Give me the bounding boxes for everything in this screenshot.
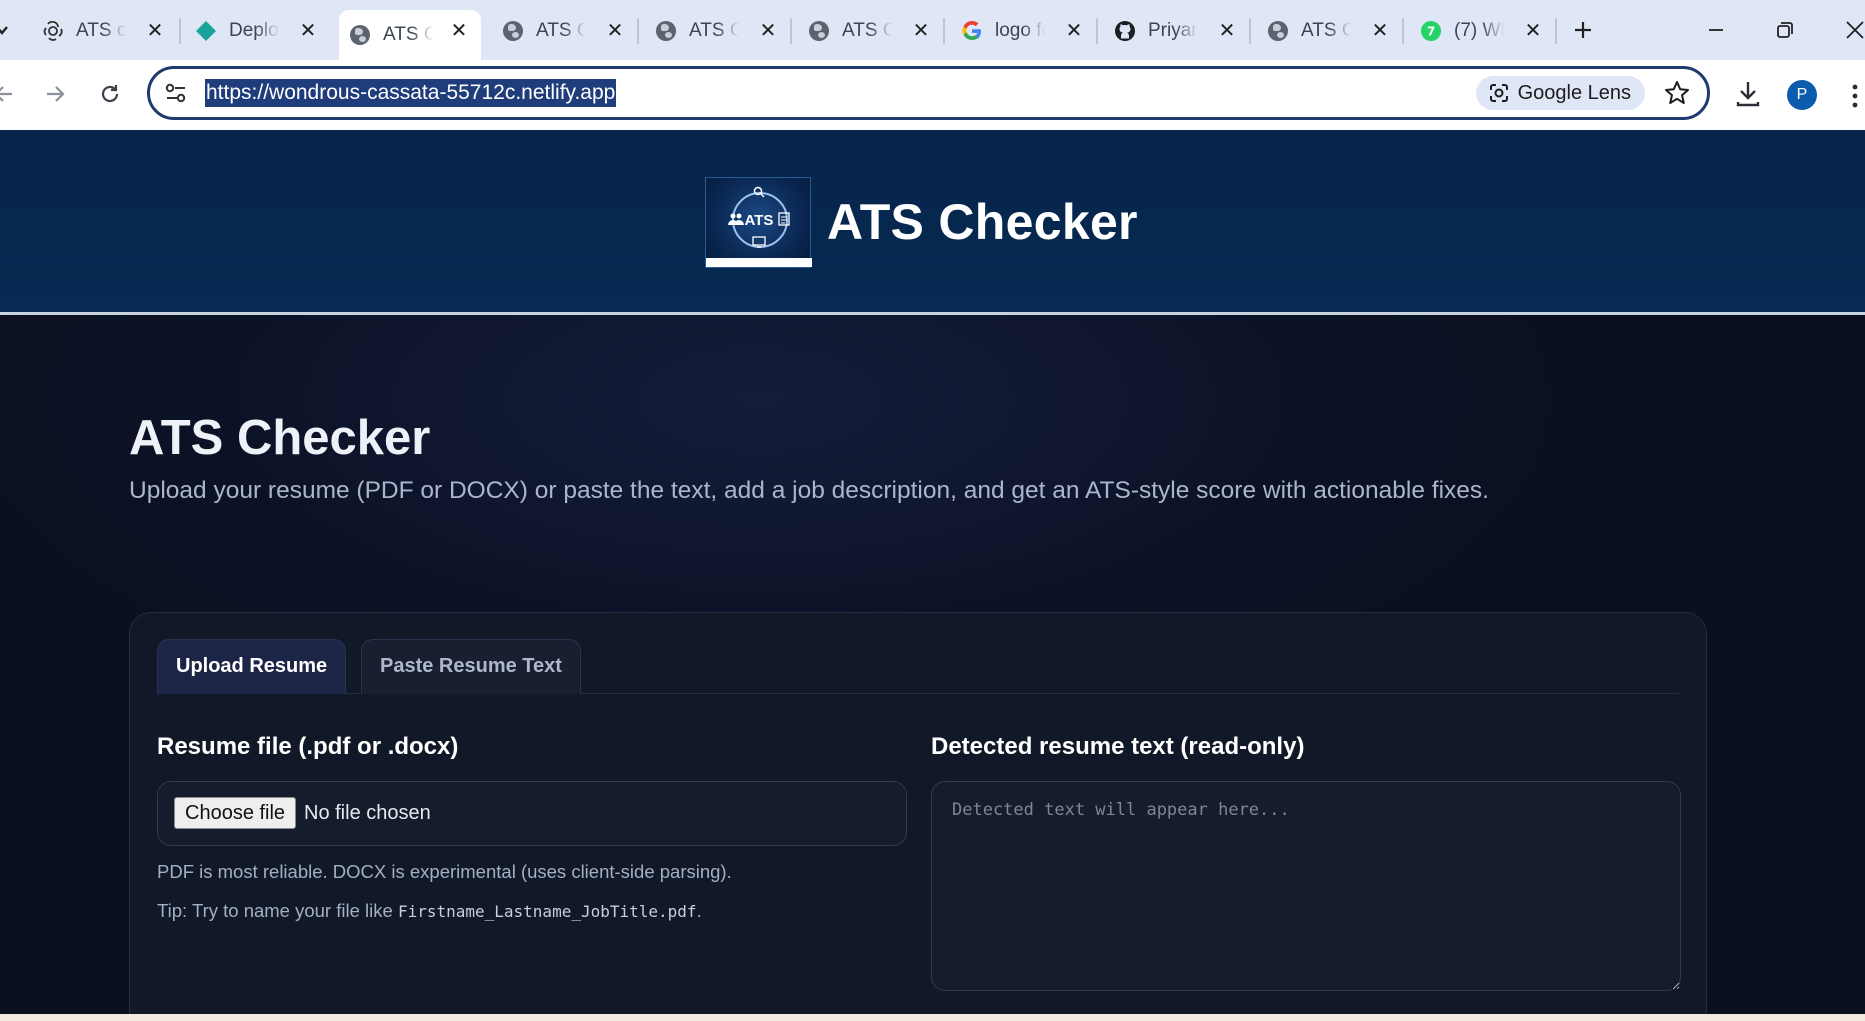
tab-title: ATS checker	[76, 20, 126, 41]
browser-tab[interactable]: ATS Checker ✕	[645, 10, 790, 52]
monitor-icon	[752, 236, 766, 248]
document-icon	[778, 212, 790, 226]
github-icon	[1114, 20, 1136, 42]
google-icon	[961, 20, 983, 42]
tab-separator	[943, 18, 945, 44]
globe-icon	[349, 24, 371, 46]
tab-separator	[637, 18, 639, 44]
google-lens-icon	[1488, 82, 1510, 104]
header-brand-title: ATS Checker	[827, 194, 1138, 250]
tab-upload-resume[interactable]: Upload Resume	[157, 639, 347, 694]
browser-tab[interactable]: 7 (7) WhatsApp ✕	[1410, 10, 1555, 52]
netlify-icon	[195, 20, 217, 42]
close-icon[interactable]: ✕	[1215, 19, 1239, 43]
close-window-icon[interactable]	[1835, 12, 1865, 48]
svg-text:7: 7	[1427, 25, 1435, 39]
download-icon[interactable]	[1732, 78, 1764, 110]
tab-title: ATS Checker	[536, 20, 586, 41]
browser-toolbar: https://wondrous-cassata-55712c.netlify.…	[0, 60, 1865, 130]
tab-separator	[1249, 18, 1251, 44]
globe-icon	[808, 20, 830, 42]
tab-title: ATS Checker	[383, 24, 433, 45]
tab-separator	[1096, 18, 1098, 44]
browser-tab-active[interactable]: ATS Checker ✕	[339, 10, 481, 60]
detected-resume-textarea[interactable]	[931, 781, 1681, 991]
minimize-icon[interactable]	[1696, 12, 1736, 48]
chatgpt-icon	[42, 20, 64, 42]
globe-icon	[655, 20, 677, 42]
tab-separator	[1555, 18, 1557, 44]
browser-tab[interactable]: Priyanka ✕	[1104, 10, 1249, 52]
detected-text-label: Detected resume text (read-only)	[931, 733, 1305, 760]
tab-title: Priyanka	[1148, 20, 1198, 41]
tip-prefix: Tip: Try to name your file like	[157, 900, 398, 921]
resume-file-label: Resume file (.pdf or .docx)	[157, 733, 459, 760]
tab-title: ATS Checker	[842, 20, 892, 41]
page-title: ATS Checker	[129, 411, 431, 465]
browser-tab-strip: ATS checker ✕ Deploy ✕ ATS Checker ✕ ATS…	[0, 0, 1865, 60]
ats-logo: ATS	[705, 177, 812, 268]
browser-tab[interactable]: ATS Checker ✕	[798, 10, 943, 52]
tab-separator	[179, 18, 181, 44]
web-page: ATS ATS Checker ATS Checker Upload your …	[0, 130, 1865, 1021]
url-text[interactable]: https://wondrous-cassata-55712c.netlify.…	[205, 79, 617, 107]
close-icon[interactable]: ✕	[447, 19, 471, 43]
browser-tab[interactable]: logo for ✕	[951, 10, 1096, 52]
upload-help-text: PDF is most reliable. DOCX is experiment…	[157, 861, 732, 882]
new-tab-plus-icon[interactable]	[1563, 12, 1603, 48]
tip-suffix: .	[696, 900, 702, 921]
bookmark-star-icon[interactable]	[1663, 79, 1691, 107]
tab-title: logo for	[995, 20, 1045, 41]
tab-search-chevron-icon[interactable]	[0, 22, 10, 40]
taskbar-edge	[0, 1014, 1865, 1021]
tab-separator	[1402, 18, 1404, 44]
close-icon[interactable]: ✕	[296, 19, 320, 43]
tip-filename-example: Firstname_Lastname_JobTitle.pdf	[397, 902, 697, 921]
more-menu-icon[interactable]	[1850, 82, 1860, 110]
tab-separator	[790, 18, 792, 44]
whatsapp-icon: 7	[1420, 20, 1442, 42]
tab-title: Deploy	[229, 20, 279, 41]
tab-title: ATS Checker	[689, 20, 739, 41]
reload-icon[interactable]	[92, 76, 128, 112]
browser-tab[interactable]: ATS Checker ✕	[492, 10, 637, 52]
tab-title: ATS Checker	[1301, 20, 1351, 41]
restore-icon[interactable]	[1765, 12, 1805, 48]
globe-icon	[502, 20, 524, 42]
close-icon[interactable]: ✕	[756, 19, 780, 43]
close-icon[interactable]: ✕	[909, 19, 933, 43]
browser-tab[interactable]: ATS checker ✕	[32, 10, 177, 52]
profile-avatar[interactable]: P	[1787, 80, 1817, 110]
logo-text: ATS	[744, 212, 774, 229]
globe-icon	[1267, 20, 1289, 42]
back-arrow-icon[interactable]	[0, 76, 22, 112]
site-header: ATS ATS Checker	[0, 130, 1865, 315]
close-icon[interactable]: ✕	[1368, 19, 1392, 43]
google-lens-button[interactable]: Google Lens	[1475, 76, 1645, 110]
close-icon[interactable]: ✕	[1062, 19, 1086, 43]
google-lens-label: Google Lens	[1517, 81, 1631, 104]
page-subtitle: Upload your resume (PDF or DOCX) or past…	[129, 477, 1489, 504]
browser-tab[interactable]: Deploy ✕	[185, 10, 330, 52]
checker-card: Upload Resume Paste Resume Text Resume f…	[129, 612, 1707, 1021]
tab-title: (7) WhatsApp	[1454, 20, 1504, 41]
magnifier-icon	[753, 186, 765, 198]
forward-arrow-icon[interactable]	[37, 76, 73, 112]
upload-tip-text: Tip: Try to name your file like Firstnam…	[157, 898, 702, 925]
logo-footer-strip	[706, 258, 812, 267]
browser-tab[interactable]: ATS Checker ✕	[1257, 10, 1402, 52]
resume-file-input[interactable]: Choose file No file chosen	[157, 781, 907, 846]
close-icon[interactable]: ✕	[1521, 19, 1545, 43]
tab-paste-resume-text[interactable]: Paste Resume Text	[361, 639, 581, 694]
input-mode-tabs: Upload Resume Paste Resume Text	[157, 639, 1679, 694]
choose-file-button[interactable]: Choose file	[174, 797, 297, 829]
file-status-text: No file chosen	[304, 802, 431, 824]
address-bar[interactable]: https://wondrous-cassata-55712c.netlify.…	[147, 66, 1710, 120]
close-icon[interactable]: ✕	[603, 19, 627, 43]
close-icon[interactable]: ✕	[143, 19, 167, 43]
site-info-icon[interactable]	[164, 82, 188, 104]
